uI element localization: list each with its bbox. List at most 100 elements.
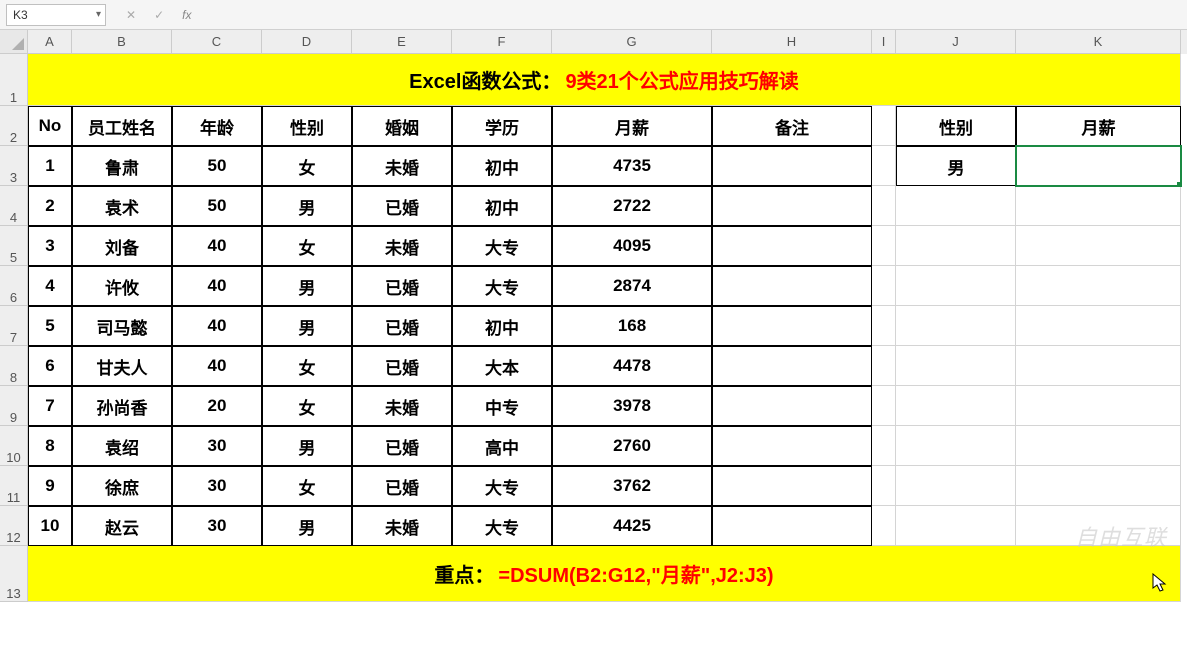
data-cell[interactable]: 8 [28, 426, 72, 466]
col-head-E[interactable]: E [352, 30, 452, 54]
header-education[interactable]: 学历 [452, 106, 552, 146]
data-cell[interactable]: 男 [262, 426, 352, 466]
row-head-13[interactable]: 13 [0, 546, 28, 602]
cell-J9[interactable] [896, 386, 1016, 426]
row-head-9[interactable]: 9 [0, 386, 28, 426]
col-head-D[interactable]: D [262, 30, 352, 54]
data-cell[interactable]: 司马懿 [72, 306, 172, 346]
header-age[interactable]: 年龄 [172, 106, 262, 146]
col-head-C[interactable]: C [172, 30, 262, 54]
data-cell[interactable]: 2760 [552, 426, 712, 466]
data-cell[interactable] [712, 386, 872, 426]
data-cell[interactable]: 5 [28, 306, 72, 346]
col-head-H[interactable]: H [712, 30, 872, 54]
col-head-B[interactable]: B [72, 30, 172, 54]
header-no[interactable]: No [28, 106, 72, 146]
cell-I2[interactable] [872, 106, 896, 146]
data-cell[interactable]: 袁绍 [72, 426, 172, 466]
cell-J8[interactable] [896, 346, 1016, 386]
data-cell[interactable] [712, 226, 872, 266]
data-cell[interactable]: 40 [172, 266, 262, 306]
data-cell[interactable]: 7 [28, 386, 72, 426]
data-cell[interactable]: 许攸 [72, 266, 172, 306]
data-cell[interactable]: 大专 [452, 506, 552, 546]
data-cell[interactable]: 50 [172, 186, 262, 226]
side-header-salary[interactable]: 月薪 [1016, 106, 1181, 146]
data-cell[interactable]: 女 [262, 146, 352, 186]
data-cell[interactable]: 徐庶 [72, 466, 172, 506]
confirm-icon[interactable]: ✓ [154, 8, 164, 22]
data-cell[interactable]: 高中 [452, 426, 552, 466]
data-cell[interactable] [712, 466, 872, 506]
row-head-3[interactable]: 3 [0, 146, 28, 186]
data-cell[interactable]: 2 [28, 186, 72, 226]
data-cell[interactable]: 2874 [552, 266, 712, 306]
cell-K12[interactable] [1016, 506, 1181, 546]
row-head-5[interactable]: 5 [0, 226, 28, 266]
data-cell[interactable] [712, 146, 872, 186]
data-cell[interactable]: 鲁肃 [72, 146, 172, 186]
data-cell[interactable]: 大专 [452, 226, 552, 266]
data-cell[interactable]: 未婚 [352, 226, 452, 266]
cell-K8[interactable] [1016, 346, 1181, 386]
data-cell[interactable]: 赵云 [72, 506, 172, 546]
row-head-2[interactable]: 2 [0, 106, 28, 146]
header-sex[interactable]: 性别 [262, 106, 352, 146]
side-header-sex[interactable]: 性别 [896, 106, 1016, 146]
col-head-J[interactable]: J [896, 30, 1016, 54]
data-cell[interactable]: 4425 [552, 506, 712, 546]
row-head-6[interactable]: 6 [0, 266, 28, 306]
data-cell[interactable] [712, 426, 872, 466]
formula-banner[interactable]: 重点： =DSUM(B2:G12,"月薪",J2:J3) [28, 546, 1181, 602]
data-cell[interactable]: 4735 [552, 146, 712, 186]
data-cell[interactable]: 40 [172, 226, 262, 266]
data-cell[interactable] [712, 306, 872, 346]
data-cell[interactable]: 孙尚香 [72, 386, 172, 426]
data-cell[interactable]: 男 [262, 186, 352, 226]
data-cell[interactable]: 中专 [452, 386, 552, 426]
data-cell[interactable]: 女 [262, 466, 352, 506]
name-box[interactable]: K3 ▾ [6, 4, 106, 26]
data-cell[interactable]: 初中 [452, 186, 552, 226]
cell-I3[interactable] [872, 146, 896, 186]
col-head-F[interactable]: F [452, 30, 552, 54]
data-cell[interactable]: 女 [262, 386, 352, 426]
cell-J10[interactable] [896, 426, 1016, 466]
data-cell[interactable]: 3 [28, 226, 72, 266]
col-head-K[interactable]: K [1016, 30, 1181, 54]
data-cell[interactable]: 已婚 [352, 426, 452, 466]
row-head-8[interactable]: 8 [0, 346, 28, 386]
data-cell[interactable]: 已婚 [352, 466, 452, 506]
cell-I5[interactable] [872, 226, 896, 266]
data-cell[interactable]: 10 [28, 506, 72, 546]
cell-J4[interactable] [896, 186, 1016, 226]
data-cell[interactable]: 30 [172, 466, 262, 506]
header-note[interactable]: 备注 [712, 106, 872, 146]
cell-J7[interactable] [896, 306, 1016, 346]
data-cell[interactable]: 9 [28, 466, 72, 506]
select-all-corner[interactable] [0, 30, 28, 54]
row-head-4[interactable]: 4 [0, 186, 28, 226]
data-cell[interactable]: 初中 [452, 146, 552, 186]
row-head-10[interactable]: 10 [0, 426, 28, 466]
data-cell[interactable]: 大本 [452, 346, 552, 386]
data-cell[interactable]: 已婚 [352, 346, 452, 386]
cell-K9[interactable] [1016, 386, 1181, 426]
cell-I12[interactable] [872, 506, 896, 546]
data-cell[interactable]: 已婚 [352, 306, 452, 346]
data-cell[interactable]: 168 [552, 306, 712, 346]
cell-K7[interactable] [1016, 306, 1181, 346]
data-cell[interactable] [712, 266, 872, 306]
cell-K5[interactable] [1016, 226, 1181, 266]
cell-I11[interactable] [872, 466, 896, 506]
data-cell[interactable] [712, 346, 872, 386]
data-cell[interactable]: 女 [262, 346, 352, 386]
criteria-sex[interactable]: 男 [896, 146, 1016, 186]
header-marriage[interactable]: 婚姻 [352, 106, 452, 146]
data-cell[interactable]: 初中 [452, 306, 552, 346]
col-head-I[interactable]: I [872, 30, 896, 54]
data-cell[interactable]: 4 [28, 266, 72, 306]
data-cell[interactable]: 50 [172, 146, 262, 186]
row-head-7[interactable]: 7 [0, 306, 28, 346]
data-cell[interactable]: 4095 [552, 226, 712, 266]
